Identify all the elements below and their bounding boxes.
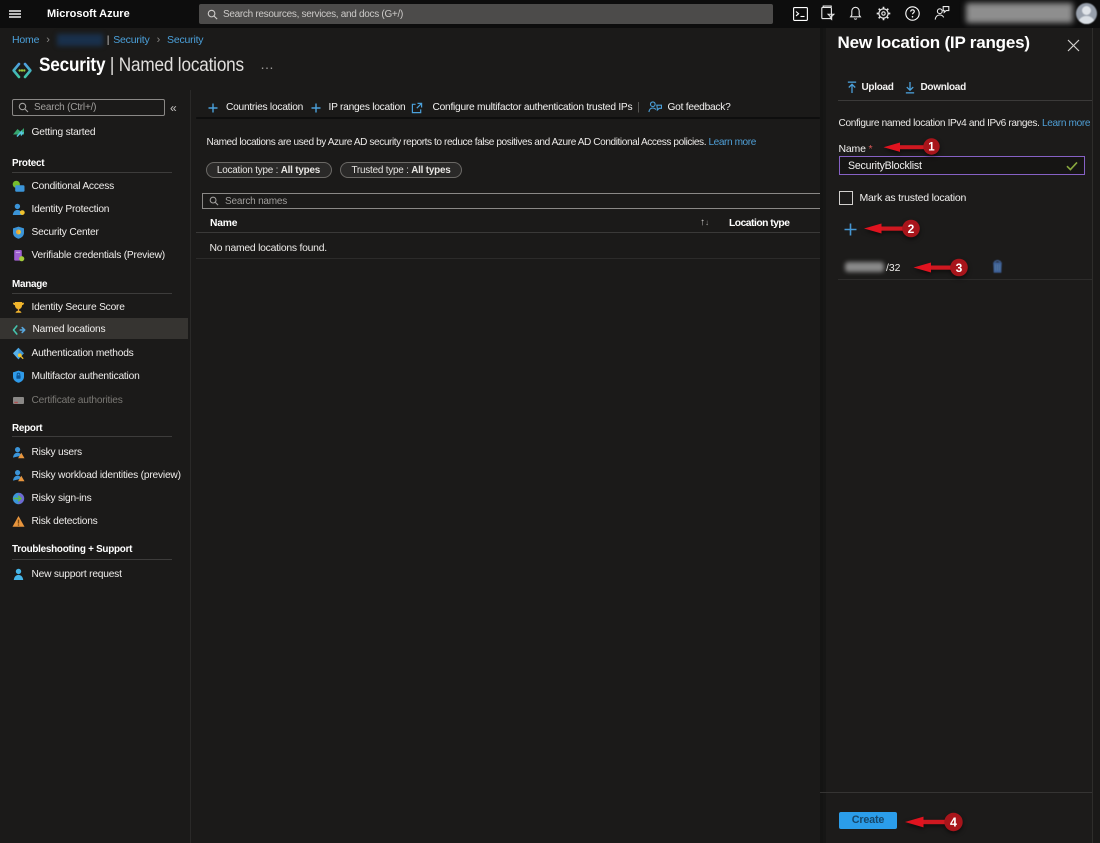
svg-text:4: 4 [950,815,957,829]
svg-text:2: 2 [908,222,915,236]
svg-text:3: 3 [956,261,963,275]
svg-text:1: 1 [928,142,935,154]
